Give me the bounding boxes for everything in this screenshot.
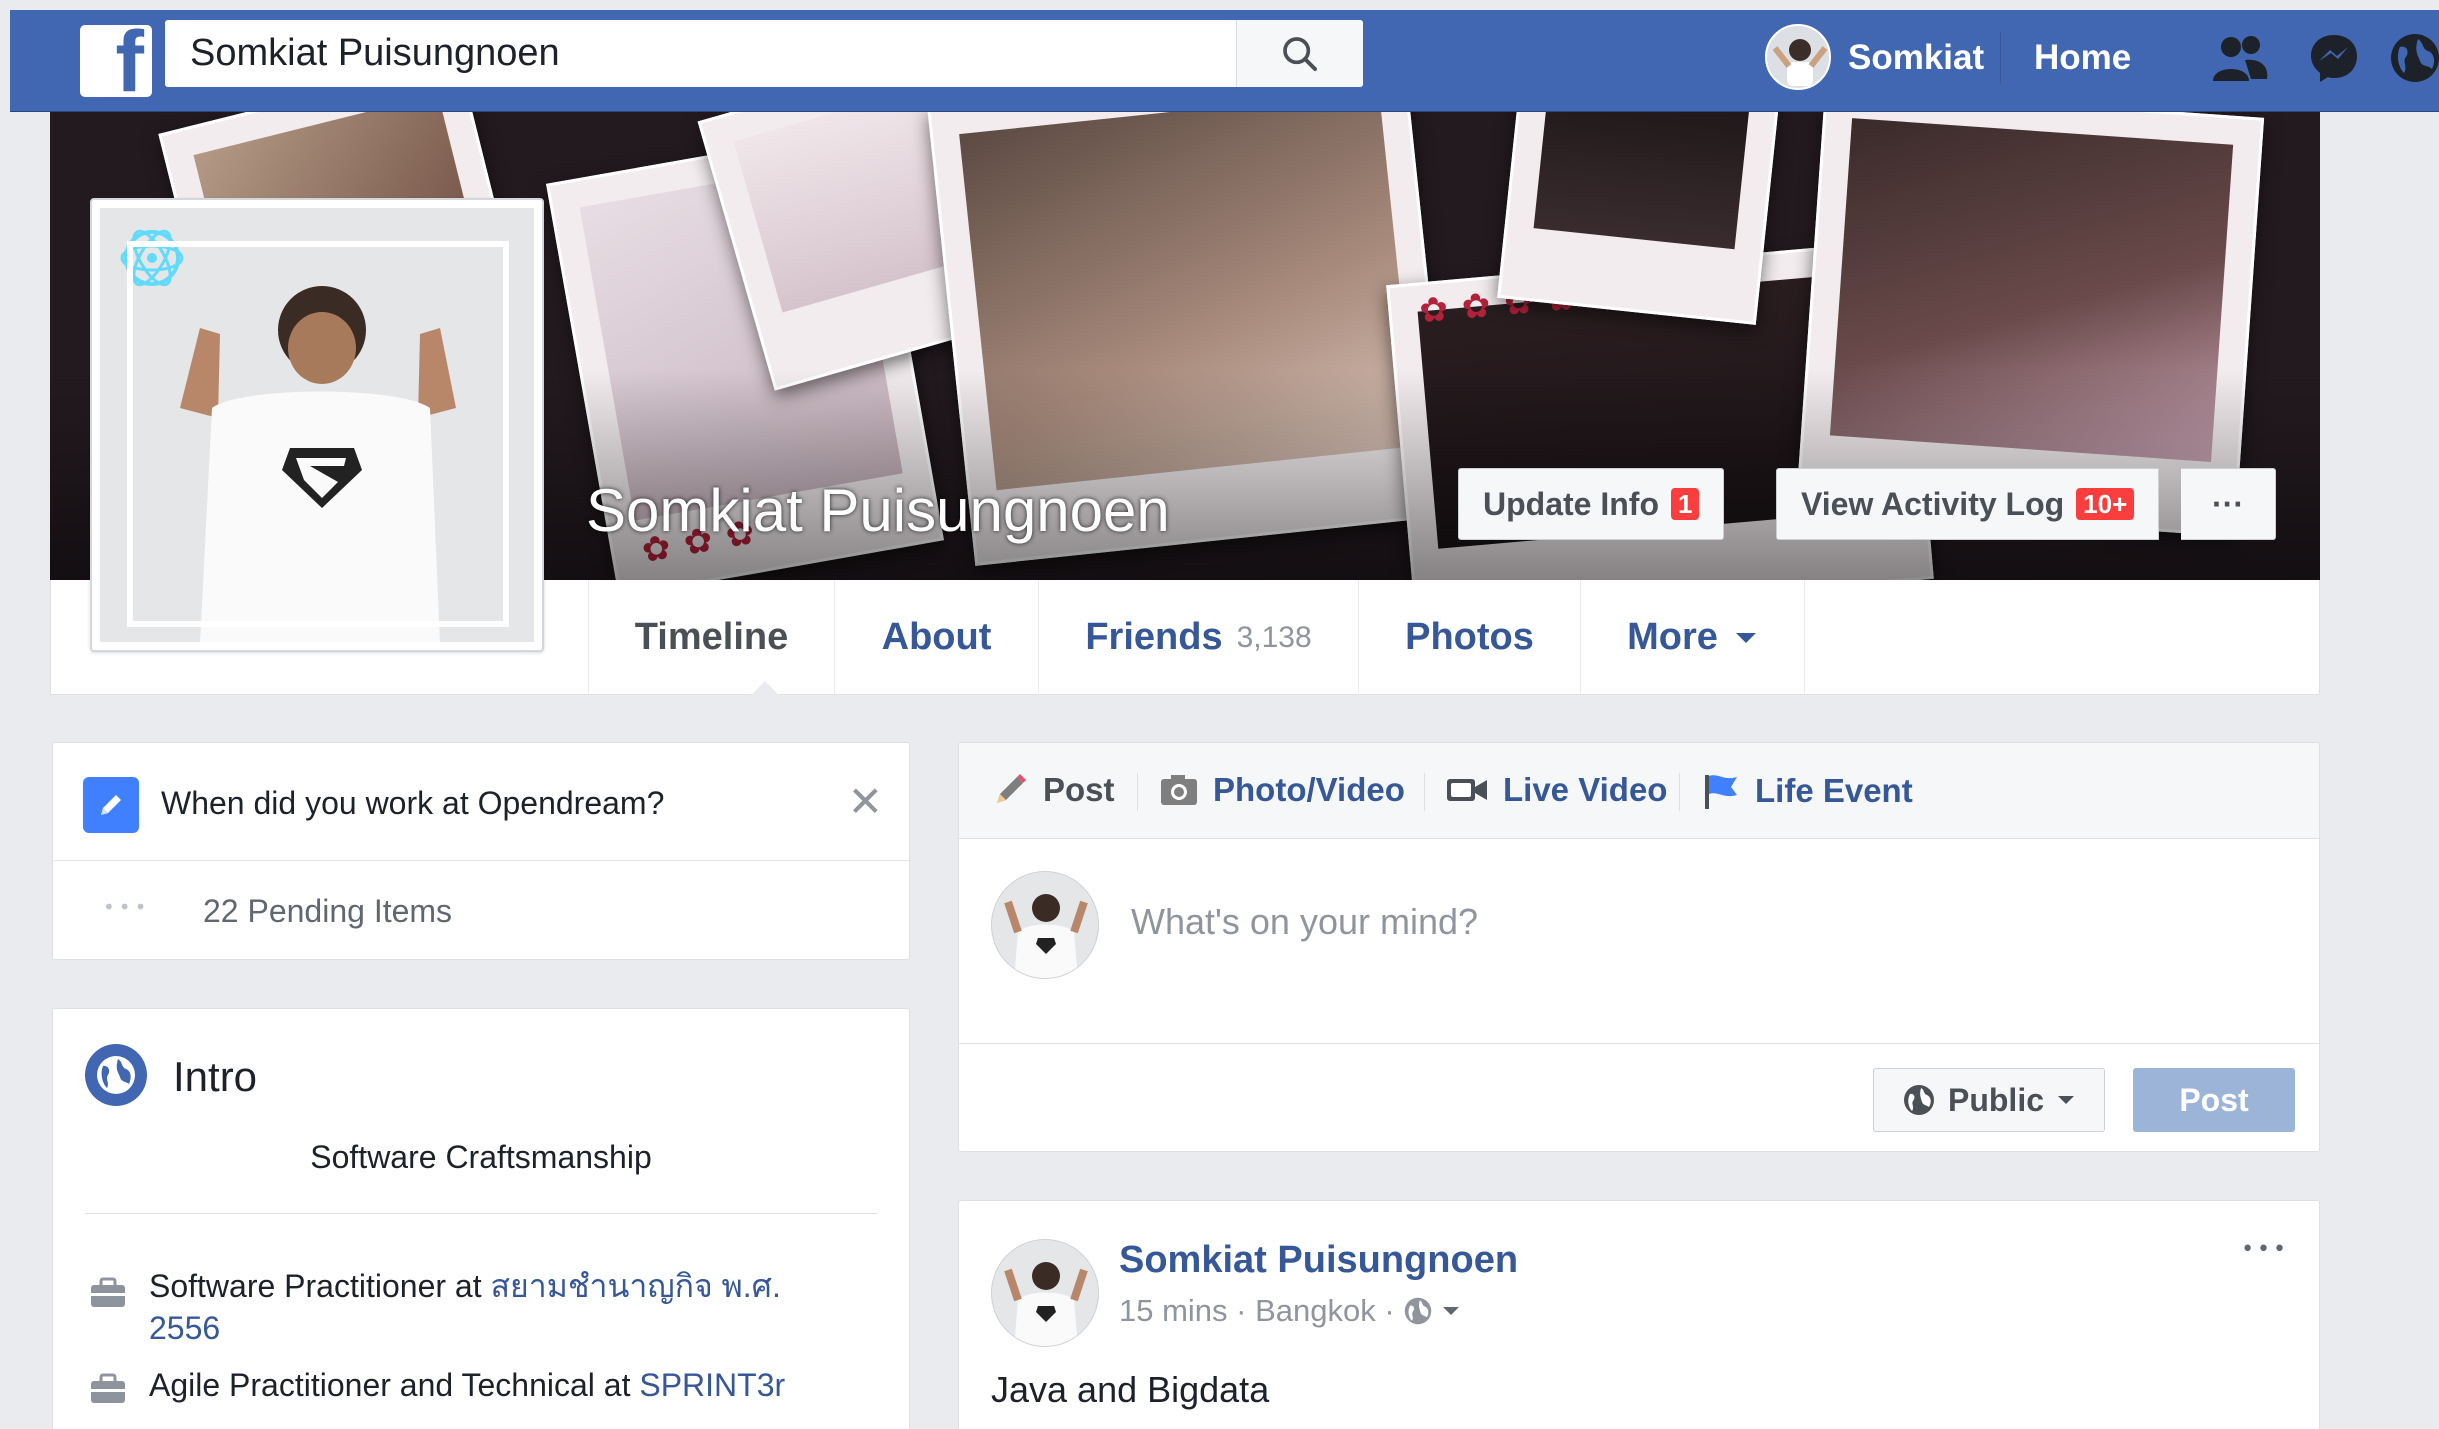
status-input[interactable]: What's on your mind? bbox=[1131, 901, 1478, 943]
post-meta: 15 mins · Bangkok · bbox=[1119, 1293, 1461, 1329]
camera-icon bbox=[1161, 775, 1197, 805]
post-timestamp[interactable]: 15 mins · Bangkok · bbox=[1119, 1293, 1395, 1329]
post-button[interactable]: Post bbox=[2133, 1068, 2295, 1132]
more-dots-icon: ··· bbox=[2212, 485, 2244, 522]
profile-link[interactable]: Somkiat bbox=[1848, 38, 1984, 78]
pending-dots-icon: ••• bbox=[103, 895, 151, 919]
composer-footer: Public Post bbox=[959, 1043, 2319, 1151]
search-box bbox=[165, 20, 1363, 87]
composer-avatar bbox=[991, 871, 1099, 979]
divider bbox=[2000, 32, 2001, 84]
view-activity-log-button[interactable]: View Activity Log 10+ bbox=[1776, 468, 2160, 540]
search-button[interactable] bbox=[1236, 20, 1363, 87]
divider bbox=[1424, 773, 1425, 811]
briefcase-icon bbox=[91, 1277, 125, 1307]
divider bbox=[1137, 773, 1138, 811]
tab-timeline[interactable]: Timeline bbox=[588, 580, 834, 695]
post-text: Java and Bigdata bbox=[991, 1369, 1270, 1410]
profile-picture[interactable] bbox=[90, 198, 544, 652]
more-options-button[interactable]: ··· bbox=[2181, 468, 2276, 540]
update-info-badge: 1 bbox=[1670, 487, 1700, 521]
privacy-selector[interactable]: Public bbox=[1873, 1068, 2105, 1132]
update-info-label: Update Info bbox=[1483, 485, 1659, 522]
intro-title: Intro bbox=[173, 1053, 258, 1100]
post-author-link[interactable]: Somkiat Puisungnoen bbox=[1119, 1239, 1518, 1282]
divider bbox=[85, 1213, 877, 1214]
workplace-link[interactable]: SPRINT3r bbox=[639, 1367, 785, 1403]
post-composer: Post Photo/Video Live Video Life Event W… bbox=[958, 742, 2320, 1152]
video-camera-icon bbox=[1447, 779, 1487, 801]
facebook-logo-icon[interactable]: f bbox=[80, 25, 152, 97]
composer-tab-life-event[interactable]: Life Event bbox=[1701, 771, 1913, 811]
top-navigation-bar: f Somkiat Home bbox=[10, 10, 2439, 112]
pencil-icon bbox=[997, 774, 1026, 803]
intro-bio: Software Craftsmanship bbox=[310, 1139, 652, 1175]
globe-icon bbox=[1903, 1085, 1934, 1115]
update-info-button[interactable]: Update Info 1 bbox=[1458, 468, 1725, 540]
composer-tab-live-video[interactable]: Live Video bbox=[1445, 771, 1667, 809]
workplace-link[interactable]: สยามชำนาญกิจ พ.ศ. bbox=[490, 1268, 780, 1304]
tab-friends[interactable]: Friends 3,138 bbox=[1038, 580, 1358, 695]
post-options-button[interactable]: ••• bbox=[2241, 1237, 2289, 1262]
tab-about[interactable]: About bbox=[834, 580, 1038, 695]
notifications-globe-icon[interactable] bbox=[2385, 28, 2439, 88]
active-tab-indicator bbox=[751, 681, 779, 695]
composer-tabs: Post Photo/Video Live Video Life Event bbox=[959, 743, 2319, 839]
workplace-link-continued[interactable]: 2556 bbox=[149, 1310, 220, 1346]
search-icon bbox=[1283, 36, 1317, 71]
activity-log-label: View Activity Log bbox=[1801, 485, 2065, 522]
profile-prompt-card: When did you work at Opendream? ✕ ••• 22… bbox=[52, 742, 910, 960]
caret-down-icon bbox=[1735, 632, 1756, 643]
close-icon[interactable]: ✕ bbox=[848, 777, 883, 826]
composer-tab-photo-video[interactable]: Photo/Video bbox=[1159, 771, 1405, 809]
home-link[interactable]: Home bbox=[2034, 38, 2131, 78]
activity-log-badge: 10+ bbox=[2076, 487, 2135, 521]
work-prefix: Software Practitioner at bbox=[149, 1268, 491, 1304]
pending-items-link[interactable]: 22 Pending Items bbox=[203, 893, 452, 930]
user-avatar[interactable] bbox=[1765, 24, 1831, 90]
prompt-row[interactable]: When did you work at Opendream? ✕ bbox=[53, 743, 909, 861]
work-item: Software Practitioner at สยามชำนาญกิจ พ.… bbox=[149, 1265, 869, 1349]
profile-photo bbox=[100, 208, 534, 642]
work-prefix: Agile Practitioner and Technical at bbox=[149, 1367, 640, 1403]
briefcase-icon bbox=[91, 1373, 125, 1403]
friend-requests-icon[interactable] bbox=[2210, 28, 2270, 88]
search-input[interactable] bbox=[165, 20, 1236, 87]
divider bbox=[1679, 773, 1680, 811]
messenger-icon[interactable] bbox=[2304, 28, 2364, 88]
post-author-avatar[interactable] bbox=[991, 1239, 1099, 1347]
caret-down-icon[interactable] bbox=[1441, 1304, 1461, 1318]
caret-down-icon bbox=[2058, 1096, 2074, 1104]
prompt-question: When did you work at Opendream? bbox=[161, 785, 665, 821]
profile-name[interactable]: Somkiat Puisungnoen bbox=[586, 476, 1170, 545]
friends-count: 3,138 bbox=[1236, 620, 1312, 654]
tab-photos[interactable]: Photos bbox=[1358, 580, 1580, 695]
flag-icon bbox=[1705, 775, 1737, 809]
work-item: Agile Practitioner and Technical at SPRI… bbox=[149, 1364, 785, 1406]
composer-tab-post[interactable]: Post bbox=[991, 771, 1115, 809]
intro-card: Intro Software Craftsmanship Software Pr… bbox=[52, 1008, 910, 1429]
globe-icon bbox=[85, 1044, 147, 1106]
tab-more[interactable]: More bbox=[1580, 580, 1805, 695]
pencil-icon bbox=[83, 777, 139, 833]
feed-post: Somkiat Puisungnoen 15 mins · Bangkok · … bbox=[958, 1200, 2320, 1429]
globe-icon[interactable] bbox=[1403, 1296, 1433, 1326]
